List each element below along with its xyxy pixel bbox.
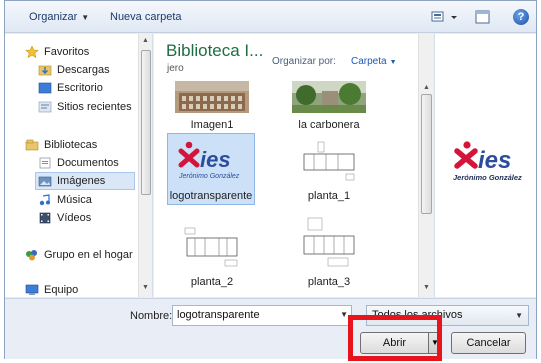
nav-label-imagenes: Imágenes [57, 175, 106, 187]
nav-item-grupo-hogar[interactable]: Grupo en el hogar [25, 246, 133, 264]
nav-item-documentos[interactable]: Documentos [38, 154, 119, 172]
scroll-down-arrow-icon[interactable]: ▼ [142, 284, 149, 291]
chevron-down-icon: ▼ [389, 59, 397, 66]
navigation-pane: Favoritos Descargas Escritorio Sitios re… [5, 34, 153, 297]
arrange-by-dropdown[interactable]: Carpeta ▼ [351, 56, 397, 67]
preview-pane: ies Jerónimo González [434, 34, 536, 297]
nav-item-equipo[interactable]: Equipo [25, 281, 78, 297]
file-item-planta-3[interactable]: planta_3 [285, 214, 373, 288]
nav-item-sitios-recientes[interactable]: Sitios recientes [38, 98, 132, 116]
ies-logo-thumbnail: ies Jerónimo González [178, 141, 240, 180]
file-list-scrollbar-thumb[interactable] [421, 94, 432, 214]
file-item-planta-1[interactable]: planta_1 [285, 138, 373, 202]
computer-icon [25, 284, 39, 295]
ies-logo-preview: ies Jerónimo González [453, 141, 522, 182]
nav-label-favoritos: Favoritos [44, 46, 90, 58]
file-name-planta-1: planta_1 [307, 190, 351, 202]
organize-button[interactable]: Organizar ▼ [29, 11, 89, 23]
building-photo-thumbnail [175, 81, 249, 113]
highlight-box [348, 315, 442, 361]
arrange-by-value: Carpeta [351, 56, 387, 67]
libraries-icon [25, 139, 39, 151]
preview-logo-subtext: Jerónimo González [453, 173, 522, 182]
nav-label-bibliotecas: Bibliotecas [44, 139, 98, 151]
nav-label-sitios-recientes: Sitios recientes [57, 101, 132, 113]
floor-plan-thumbnail [298, 214, 360, 270]
logo-text: ies [200, 147, 231, 172]
chevron-down-icon: ▼ [81, 13, 90, 22]
file-list-scrollbar[interactable]: ▲ ▼ [418, 34, 433, 297]
open-file-dialog: Organizar ▼ Nueva carpeta ? Favoritos Des… [4, 0, 537, 359]
nav-item-favoritos[interactable]: Favoritos [25, 43, 89, 61]
nav-label-equipo: Equipo [44, 284, 79, 296]
scroll-up-arrow-icon[interactable]: ▲ [142, 37, 149, 44]
nav-scrollbar-thumb[interactable] [141, 50, 151, 195]
file-name-input[interactable]: logotransparente ▼ [172, 305, 352, 326]
nav-item-descargas[interactable]: Descargas [38, 61, 110, 79]
desktop-icon [38, 82, 52, 94]
floor-plan-thumbnail [181, 224, 243, 270]
command-bar: Organizar ▼ Nueva carpeta ? [5, 1, 536, 33]
chevron-down-icon[interactable]: ▼ [515, 311, 523, 320]
nav-item-bibliotecas[interactable]: Bibliotecas [25, 136, 97, 154]
homegroup-icon [26, 250, 37, 261]
nav-label-musica: Música [57, 194, 92, 206]
file-item-la-carbonera[interactable]: la carbonera [285, 81, 373, 131]
file-name-imagen1: Imagen1 [190, 119, 234, 131]
cancel-button[interactable]: Cancelar [451, 332, 526, 354]
library-subtitle: jero [167, 63, 184, 74]
help-icon[interactable]: ? [513, 9, 529, 25]
file-name-bar: Nombre: logotransparente ▼ Todos los arc… [5, 298, 536, 359]
nav-item-musica[interactable]: Música [38, 191, 92, 209]
star-icon [25, 46, 39, 58]
nav-item-escritorio[interactable]: Escritorio [38, 79, 103, 97]
videos-icon [39, 212, 51, 224]
scroll-up-arrow-icon[interactable]: ▲ [423, 84, 430, 91]
file-name-planta-3: planta_3 [307, 276, 351, 288]
nav-scrollbar[interactable]: ▲ ▼ [138, 34, 152, 297]
documents-icon [39, 157, 51, 169]
nav-label-videos: Vídeos [57, 212, 92, 224]
downloads-folder-icon [38, 65, 52, 76]
music-icon [39, 194, 50, 206]
nav-label-documentos: Documentos [57, 157, 119, 169]
nav-item-videos[interactable]: Vídeos [38, 209, 91, 227]
organize-label: Organizar [29, 11, 78, 23]
scroll-down-arrow-icon[interactable]: ▼ [423, 284, 430, 291]
file-name-logotransparente: logotransparente [169, 190, 253, 202]
file-name-la-carbonera: la carbonera [298, 119, 360, 131]
recent-places-icon [38, 101, 52, 113]
new-folder-button[interactable]: Nueva carpeta [110, 11, 182, 23]
file-name-planta-2: planta_2 [190, 276, 234, 288]
file-item-imagen1[interactable]: Imagen1 [168, 81, 256, 131]
file-item-logotransparente[interactable]: ies Jerónimo González logotransparente [167, 133, 255, 205]
file-item-planta-2[interactable]: planta_2 [168, 224, 256, 288]
arrange-by-label: Organizar por: [272, 56, 336, 67]
nav-label-grupo-hogar: Grupo en el hogar [44, 249, 133, 261]
file-list-pane: Biblioteca I... jero Organizar por: Carp… [154, 34, 433, 297]
floor-plan-thumbnail [298, 138, 360, 184]
file-name-label: Nombre: [130, 310, 173, 322]
chevron-down-icon[interactable]: ▼ [340, 310, 348, 319]
garden-photo-thumbnail [292, 81, 366, 113]
file-name-value: logotransparente [177, 309, 260, 321]
nav-label-descargas: Descargas [57, 64, 110, 76]
library-title: Biblioteca I... [166, 41, 264, 60]
preview-logo-text: ies [478, 147, 511, 174]
logo-subtext: Jerónimo González [178, 173, 240, 180]
preview-pane-icon[interactable] [475, 10, 491, 24]
nav-label-escritorio: Escritorio [57, 82, 103, 94]
nav-item-imagenes[interactable]: Imágenes [35, 172, 135, 190]
view-options-icon[interactable] [431, 10, 461, 24]
pictures-icon [38, 176, 52, 187]
